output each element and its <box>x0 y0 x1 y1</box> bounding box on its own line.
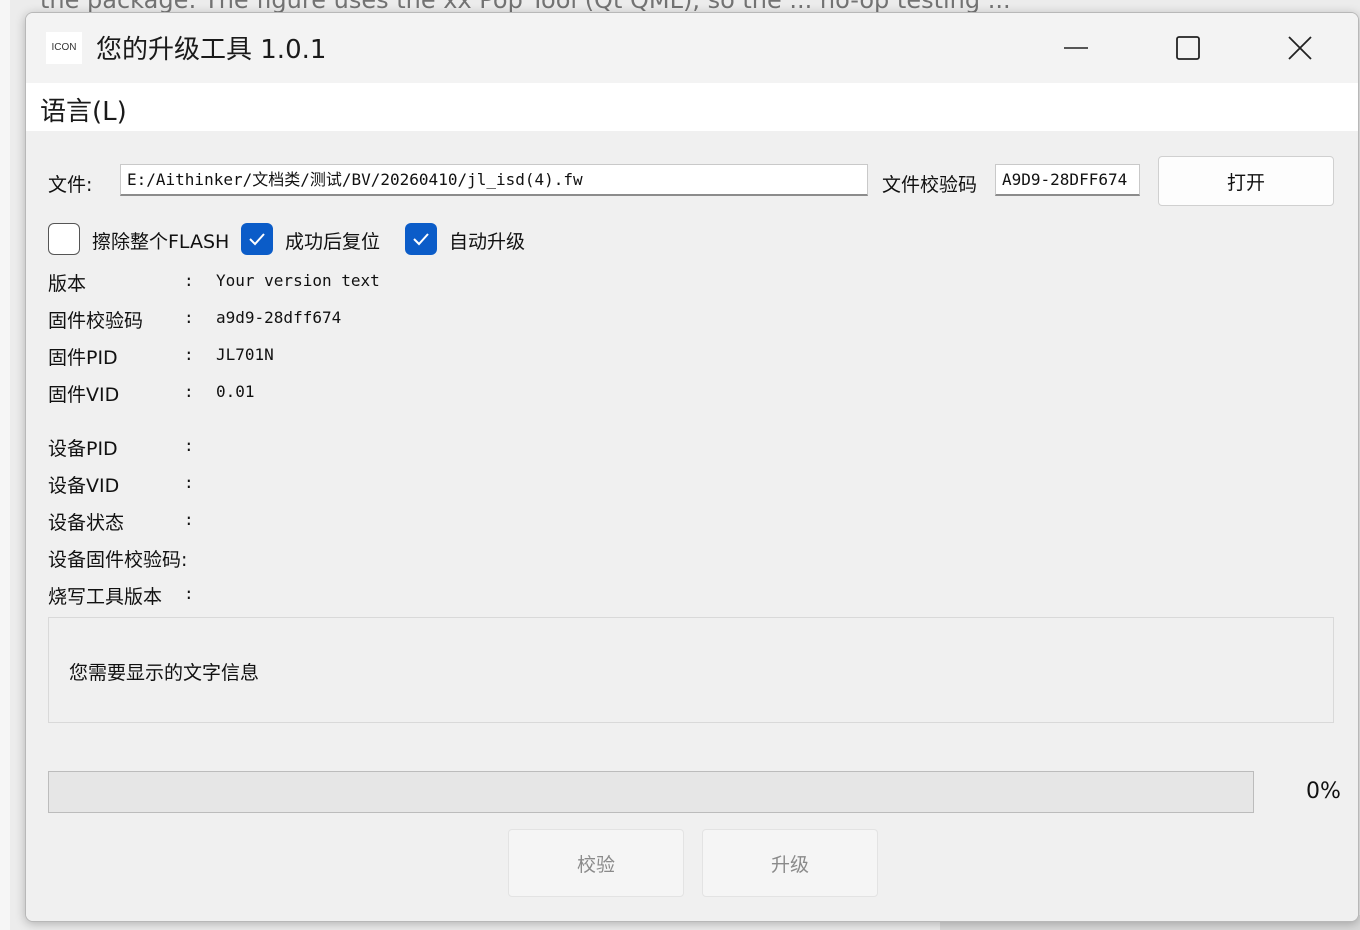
firmware-vid-label: 固件VID <box>48 384 120 406</box>
firmware-checksum-label: 固件校验码 <box>48 310 144 332</box>
erase-flash-checkbox[interactable] <box>48 223 80 255</box>
firmware-pid-label: 固件PID <box>48 347 118 369</box>
verify-button[interactable]: 校验 <box>508 829 684 897</box>
message-text: 您需要显示的文字信息 <box>69 662 260 684</box>
open-button[interactable]: 打开 <box>1158 156 1334 206</box>
device-firmware-checksum-label: 设备固件校验码: <box>48 549 188 571</box>
upgrade-button[interactable]: 升级 <box>702 829 878 897</box>
progress-percent: 0% <box>1306 779 1341 804</box>
firmware-version-value: Your version text <box>216 271 380 290</box>
device-pid-label: 设备PID <box>48 438 118 460</box>
checkmark-icon <box>413 233 429 246</box>
auto-upgrade-label[interactable]: 自动升级 <box>449 227 525 254</box>
firmware-vid-value: 0.01 <box>216 382 255 401</box>
minimize-icon <box>1064 47 1088 49</box>
firmware-pid-value: JL701N <box>216 345 274 364</box>
auto-upgrade-checkbox[interactable] <box>405 223 437 255</box>
erase-flash-label[interactable]: 擦除整个FLASH <box>92 227 229 254</box>
reset-after-success-checkbox[interactable] <box>241 223 273 255</box>
firmware-version-label: 版本 <box>48 273 87 295</box>
close-button[interactable] <box>1244 13 1356 83</box>
device-status-label: 设备状态 <box>48 512 125 534</box>
checkmark-icon <box>249 233 265 246</box>
upgrade-tool-window: ICON 您的升级工具 1.0.1 语言(L) 文件: E:/Aithinker… <box>25 12 1359 922</box>
info-separator: : <box>184 473 194 492</box>
firmware-checksum-value: a9d9-28dff674 <box>216 308 342 327</box>
file-checksum-label: 文件校验码 <box>882 174 978 196</box>
device-vid-label: 设备VID <box>48 475 120 497</box>
info-separator: : <box>184 436 194 455</box>
burn-tool-version-label: 烧写工具版本 <box>48 586 163 608</box>
info-separator: : <box>184 510 194 529</box>
menu-language[interactable]: 语言(L) <box>40 91 127 128</box>
app-icon: ICON <box>46 32 82 64</box>
title-bar[interactable]: ICON 您的升级工具 1.0.1 <box>26 13 1358 83</box>
file-label: 文件: <box>48 174 93 196</box>
info-separator: : <box>184 271 194 290</box>
maximize-button[interactable] <box>1132 13 1244 83</box>
message-panel: 您需要显示的文字信息 <box>48 617 1334 723</box>
window-title: 您的升级工具 1.0.1 <box>96 35 327 65</box>
menu-bar: 语言(L) <box>26 83 1358 131</box>
main-panel: 文件: E:/Aithinker/文档类/测试/BV/20260410/jl_i… <box>26 131 1358 921</box>
info-separator: : <box>184 584 194 603</box>
info-separator: : <box>184 382 194 401</box>
file-path-input[interactable]: E:/Aithinker/文档类/测试/BV/20260410/jl_isd(4… <box>120 164 868 196</box>
background-strip <box>0 0 10 930</box>
file-checksum-field[interactable]: A9D9-28DFF674 <box>995 164 1140 196</box>
maximize-icon <box>1176 36 1200 60</box>
upgrade-progress-bar <box>48 771 1254 813</box>
info-separator: : <box>184 308 194 327</box>
info-separator: : <box>184 345 194 364</box>
minimize-button[interactable] <box>1020 13 1132 83</box>
reset-after-success-label[interactable]: 成功后复位 <box>285 227 380 254</box>
close-icon <box>1288 36 1312 60</box>
